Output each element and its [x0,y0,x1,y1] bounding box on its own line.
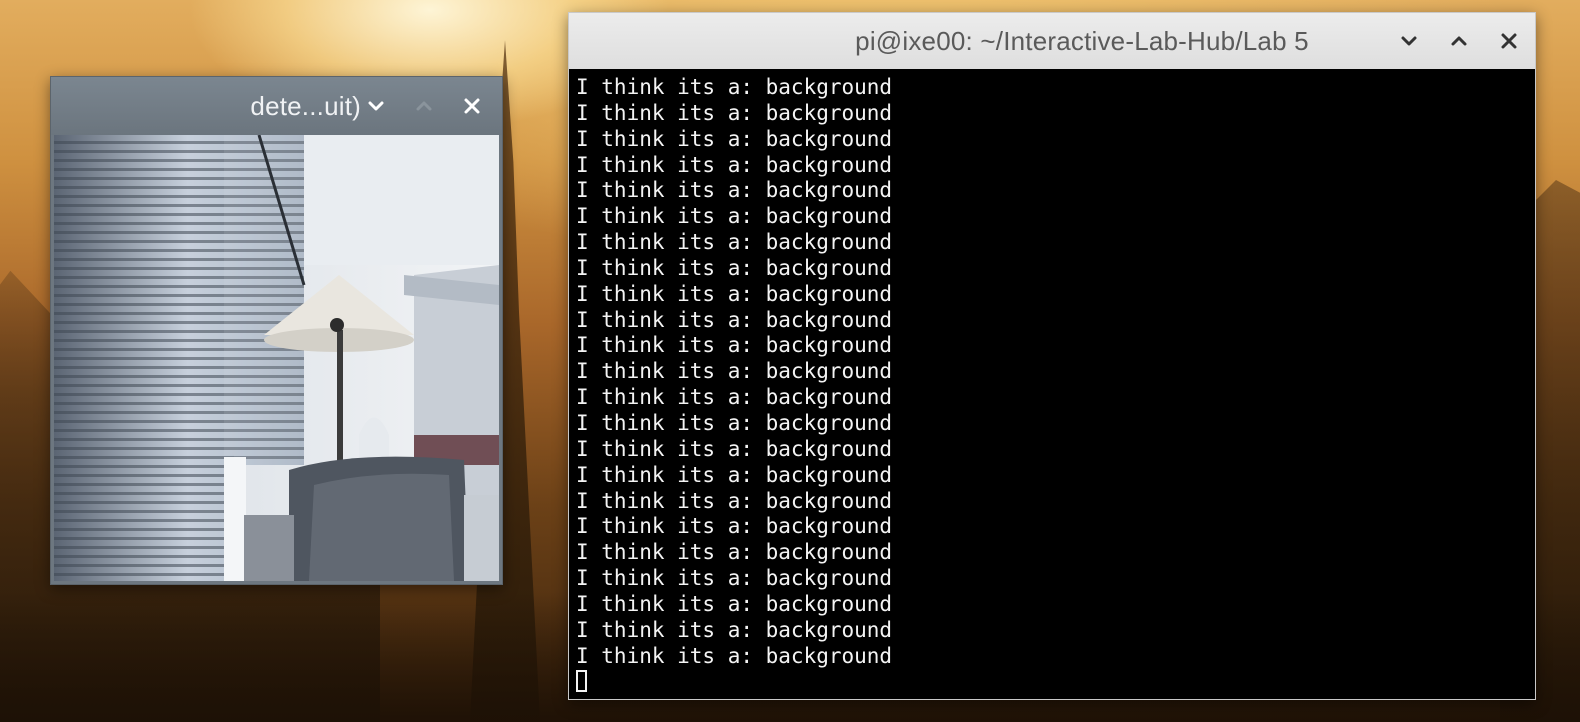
minimize-button[interactable] [1393,25,1425,57]
camera-window-title: dete...uit) [250,90,361,121]
close-icon [1501,33,1517,49]
chevron-down-icon [368,101,384,111]
maximize-button[interactable] [408,90,440,122]
terminal-line: I think its a: background [576,566,893,591]
terminal-line: I think its a: background [576,152,893,177]
terminal-line: I think its a: background [576,75,893,99]
close-button[interactable] [456,90,488,122]
terminal-line: I think its a: background [576,333,893,358]
close-button[interactable] [1493,25,1525,57]
terminal-prompt-line[interactable] [576,669,1531,695]
terminal-line: I think its a: background [576,540,893,565]
terminal-line: I think its a: background [576,281,893,306]
close-icon [464,98,480,114]
minimize-button[interactable] [360,90,392,122]
terminal-line: I think its a: background [576,488,893,513]
chevron-up-icon [416,101,432,111]
terminal-cursor [576,670,587,693]
terminal-line: I think its a: background [576,230,893,255]
chevron-up-icon [1451,36,1467,46]
terminal-line: I think its a: background [576,462,893,487]
terminal-window-titlebar[interactable]: pi@ixe00: ~/Interactive-Lab-Hub/Lab 5 [569,13,1535,69]
terminal-line: I think its a: background [576,591,893,616]
maximize-button[interactable] [1443,25,1475,57]
terminal-line: I think its a: background [576,617,893,642]
terminal-line: I think its a: background [576,307,893,332]
room-scene-image [54,135,499,581]
terminal-line: I think its a: background [576,359,893,384]
terminal-line: I think its a: background [576,410,893,435]
terminal-line: I think its a: background [576,514,893,539]
terminal-line: I think its a: background [576,178,893,203]
camera-feed-image [54,135,499,581]
terminal-line: I think its a: background [576,255,893,280]
terminal-line: I think its a: background [576,643,893,668]
camera-window[interactable]: dete...uit) [50,76,503,585]
terminal-window[interactable]: pi@ixe00: ~/Interactive-Lab-Hub/Lab 5 I … [568,12,1536,700]
terminal-output[interactable]: I think its a: background I think its a:… [573,70,1531,695]
terminal-line: I think its a: background [576,126,893,151]
camera-window-titlebar[interactable]: dete...uit) [51,77,502,135]
terminal-window-title: pi@ixe00: ~/Interactive-Lab-Hub/Lab 5 [855,25,1309,56]
chevron-down-icon [1401,36,1417,46]
terminal-line: I think its a: background [576,436,893,461]
terminal-line: I think its a: background [576,100,893,125]
terminal-line: I think its a: background [576,204,893,229]
terminal-line: I think its a: background [576,385,893,410]
